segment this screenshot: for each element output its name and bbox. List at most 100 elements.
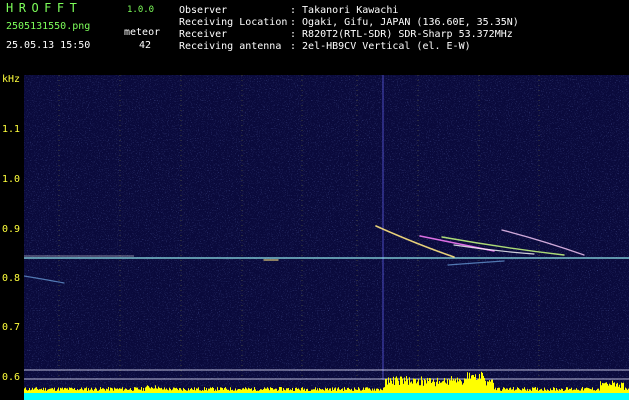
signal-bar bbox=[406, 376, 407, 393]
signal-bar bbox=[112, 388, 113, 393]
signal-bar bbox=[153, 388, 154, 393]
signal-bar bbox=[49, 388, 50, 393]
signal-bar bbox=[416, 383, 417, 393]
signal-bar bbox=[80, 388, 81, 393]
signal-bar bbox=[151, 386, 152, 393]
signal-bar bbox=[398, 380, 399, 393]
signal-bar bbox=[550, 388, 551, 393]
signal-bar bbox=[103, 388, 104, 393]
signal-bar bbox=[544, 387, 545, 393]
signal-bar bbox=[424, 378, 425, 393]
signal-bar bbox=[599, 390, 600, 393]
receiver-value: : R820T2(RTL-SDR) SDR-Sharp 53.372MHz bbox=[290, 29, 513, 40]
signal-bar bbox=[547, 389, 548, 393]
signal-bar bbox=[77, 388, 78, 393]
signal-bar bbox=[526, 390, 527, 393]
signal-bar bbox=[139, 389, 140, 393]
signal-bar bbox=[46, 390, 47, 393]
signal-bar bbox=[431, 382, 432, 393]
signal-bar bbox=[374, 388, 375, 393]
signal-bar bbox=[379, 390, 380, 393]
signal-bar bbox=[72, 388, 73, 393]
signal-bar bbox=[507, 388, 508, 393]
signal-bar bbox=[33, 389, 34, 393]
signal-bar bbox=[201, 390, 202, 393]
antenna-value: : 2el-HB9CV Vertical (el. E-W) bbox=[290, 41, 471, 52]
signal-bar bbox=[557, 389, 558, 393]
signal-bar bbox=[337, 388, 338, 393]
signal-bar bbox=[225, 387, 226, 393]
signal-bar bbox=[158, 386, 159, 393]
signal-bar bbox=[536, 389, 537, 393]
signal-bar bbox=[180, 388, 181, 393]
signal-bar bbox=[417, 381, 418, 393]
signal-bar bbox=[274, 389, 275, 393]
signal-bar bbox=[211, 388, 212, 393]
signal-bar bbox=[449, 379, 450, 393]
signal-bar bbox=[498, 387, 499, 393]
signal-bar bbox=[168, 390, 169, 393]
signal-bar bbox=[133, 390, 134, 393]
signal-bar bbox=[272, 388, 273, 393]
signal-bar bbox=[187, 390, 188, 393]
signal-bar bbox=[339, 389, 340, 393]
signal-bar bbox=[141, 387, 142, 393]
signal-bar bbox=[248, 387, 249, 393]
signal-bar bbox=[458, 381, 459, 393]
signal-bar bbox=[478, 378, 479, 393]
signal-bar bbox=[435, 386, 436, 393]
signal-bar bbox=[86, 387, 87, 393]
signal-bar bbox=[445, 382, 446, 393]
signal-bar bbox=[570, 388, 571, 393]
signal-bar bbox=[588, 388, 589, 393]
signal-bar bbox=[88, 388, 89, 393]
signal-bar bbox=[430, 378, 431, 393]
signal-bar bbox=[114, 387, 115, 393]
signal-bar bbox=[556, 387, 557, 393]
signal-bar bbox=[312, 389, 313, 393]
signal-bar bbox=[126, 388, 127, 393]
signal-bar bbox=[475, 374, 476, 393]
signal-bar bbox=[98, 390, 99, 393]
signal-bar bbox=[66, 388, 67, 393]
y-tick-label: 1.1 bbox=[2, 124, 21, 135]
signal-bar bbox=[313, 389, 314, 393]
signal-bar bbox=[38, 389, 39, 393]
signal-bar bbox=[405, 381, 406, 393]
signal-bar bbox=[266, 388, 267, 393]
signal-bar bbox=[565, 389, 566, 393]
signal-bar bbox=[569, 388, 570, 393]
signal-bar bbox=[216, 390, 217, 393]
signal-bar bbox=[553, 387, 554, 393]
signal-bar bbox=[545, 389, 546, 393]
signal-bar bbox=[81, 387, 82, 393]
signal-bar bbox=[111, 387, 112, 393]
signal-bar bbox=[95, 387, 96, 393]
signal-bar bbox=[296, 387, 297, 393]
signal-bar bbox=[69, 387, 70, 393]
signal-bar bbox=[251, 388, 252, 393]
signal-bar bbox=[206, 388, 207, 393]
signal-bar bbox=[533, 387, 534, 393]
signal-bar bbox=[193, 390, 194, 393]
signal-bar bbox=[370, 389, 371, 393]
signal-bar bbox=[485, 380, 486, 393]
signal-bar bbox=[622, 383, 623, 393]
signal-bar bbox=[281, 387, 282, 393]
signal-bar bbox=[169, 387, 170, 393]
signal-bar bbox=[353, 390, 354, 393]
signal-bar bbox=[385, 379, 386, 393]
signal-bar bbox=[265, 388, 266, 393]
signal-bar bbox=[512, 389, 513, 393]
signal-bar bbox=[128, 389, 129, 393]
signal-bar bbox=[229, 390, 230, 393]
signal-bar bbox=[135, 387, 136, 393]
signal-bar bbox=[551, 390, 552, 393]
signal-bar bbox=[513, 387, 514, 393]
signal-bar bbox=[130, 388, 131, 393]
signal-bar bbox=[224, 388, 225, 393]
signal-bar bbox=[332, 387, 333, 393]
signal-bar bbox=[90, 389, 91, 393]
signal-bar bbox=[436, 381, 437, 393]
signal-bar bbox=[164, 387, 165, 393]
